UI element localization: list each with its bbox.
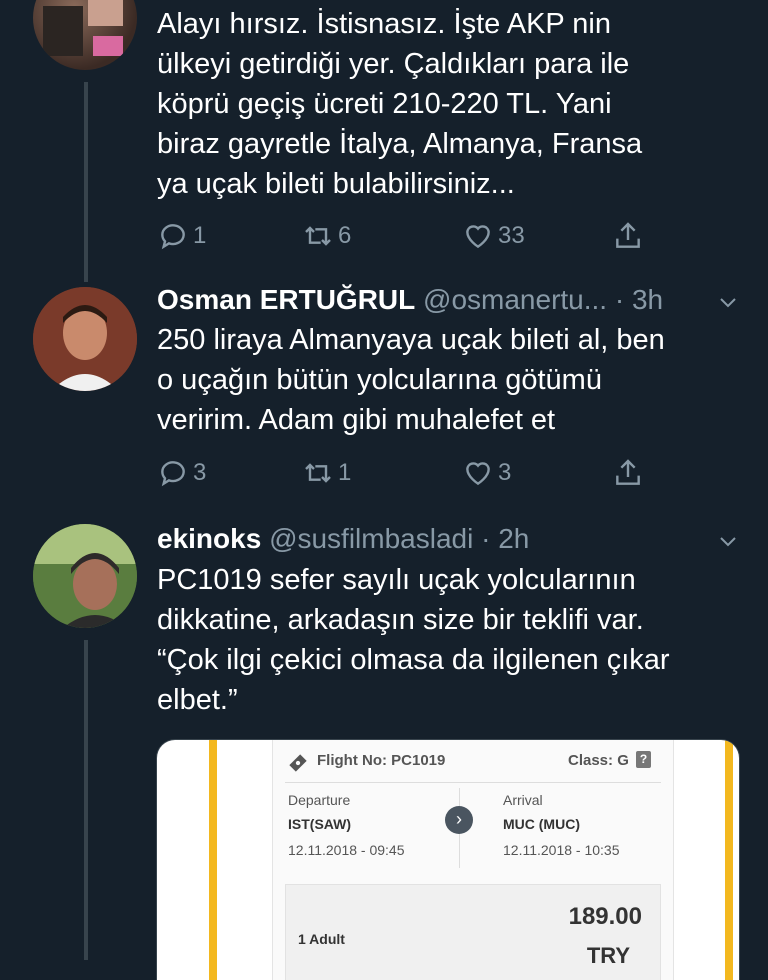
price: 189.00 bbox=[568, 903, 642, 930]
reply-icon bbox=[161, 461, 185, 487]
avatar-photo bbox=[43, 0, 123, 56]
class-label: Class: G bbox=[568, 752, 629, 769]
thread-line bbox=[84, 82, 88, 282]
retweet-button[interactable]: 1 bbox=[302, 457, 351, 489]
price-box: 1 Adult 189.00 TRY bbox=[285, 884, 661, 980]
share-icon bbox=[616, 459, 640, 485]
avatar-photo bbox=[33, 524, 137, 628]
like-icon bbox=[466, 462, 490, 486]
thread-line bbox=[84, 640, 88, 960]
arrival-time: 12.11.2018 - 10:35 bbox=[503, 842, 620, 858]
arrow-right-icon: › bbox=[445, 806, 473, 834]
avatar-photo bbox=[33, 287, 137, 391]
tweet-text: Alayı hırsız. İstisnasız. İşte AKP nin ü… bbox=[157, 8, 643, 200]
user-name[interactable]: ekinoks bbox=[157, 523, 261, 554]
passenger-count: 1 Adult bbox=[298, 931, 345, 947]
tweet-header: Osman ERTUĞRUL @osmanertu... · 3h bbox=[157, 282, 663, 318]
tweet-time[interactable]: · 3h bbox=[615, 284, 663, 315]
retweet-button[interactable]: 6 bbox=[302, 220, 351, 252]
share-icon bbox=[616, 222, 640, 248]
like-count: 33 bbox=[498, 222, 525, 249]
avatar-osman[interactable] bbox=[33, 287, 137, 391]
retweet-icon bbox=[305, 463, 331, 483]
departure-label: Departure bbox=[288, 792, 351, 808]
departure-time: 12.11.2018 - 09:45 bbox=[288, 842, 405, 858]
user-handle[interactable]: @susfilmbasladi bbox=[269, 523, 473, 554]
retweet-count: 1 bbox=[338, 459, 352, 486]
chevron-down-icon[interactable] bbox=[718, 531, 738, 551]
reply-button[interactable]: 3 bbox=[157, 457, 206, 489]
accent-bar-left bbox=[209, 740, 217, 980]
class-info-badge[interactable]: ? bbox=[636, 751, 651, 768]
ticket-panel: Flight No: PC1019 Class: G ? Departure I… bbox=[272, 740, 674, 980]
avatar-top[interactable] bbox=[33, 0, 137, 70]
user-handle[interactable]: @osmanertu... bbox=[423, 284, 607, 315]
user-name[interactable]: Osman ERTUĞRUL bbox=[157, 284, 415, 315]
arrival-code: MUC (MUC) bbox=[503, 816, 580, 832]
ticket-icon bbox=[289, 754, 307, 772]
reply-count: 1 bbox=[193, 222, 207, 249]
tweet-actions: 3 1 3 bbox=[157, 457, 657, 497]
tweet-text: PC1019 sefer sayılı uçak yolcularının di… bbox=[157, 564, 670, 716]
share-button[interactable] bbox=[612, 220, 648, 252]
retweet-count: 6 bbox=[338, 222, 352, 249]
tweet-time[interactable]: · 2h bbox=[481, 523, 529, 554]
attached-ticket-image[interactable]: Flight No: PC1019 Class: G ? Departure I… bbox=[157, 740, 739, 980]
reply-button[interactable]: 1 bbox=[157, 220, 206, 252]
like-icon bbox=[466, 225, 490, 249]
flight-number: Flight No: PC1019 bbox=[317, 752, 446, 769]
tweet-text: 250 liraya Almanyaya uçak bileti al, ben… bbox=[157, 324, 665, 436]
reply-icon bbox=[161, 224, 185, 250]
ticket-divider bbox=[285, 782, 661, 783]
currency: TRY bbox=[586, 943, 630, 968]
accent-bar-right bbox=[725, 740, 733, 980]
chevron-down-icon[interactable] bbox=[718, 292, 738, 312]
like-count: 3 bbox=[498, 459, 512, 486]
avatar-ekinoks[interactable] bbox=[33, 524, 137, 628]
tweet-header: ekinoks @susfilmbasladi · 2h bbox=[157, 521, 529, 557]
reply-count: 3 bbox=[193, 459, 207, 486]
tweet-actions: 1 6 33 bbox=[157, 220, 657, 260]
share-button[interactable] bbox=[612, 457, 648, 489]
retweet-icon bbox=[305, 226, 331, 246]
like-button[interactable]: 33 bbox=[462, 220, 525, 252]
departure-code: IST(SAW) bbox=[288, 816, 351, 832]
arrival-label: Arrival bbox=[503, 792, 543, 808]
like-button[interactable]: 3 bbox=[462, 457, 511, 489]
